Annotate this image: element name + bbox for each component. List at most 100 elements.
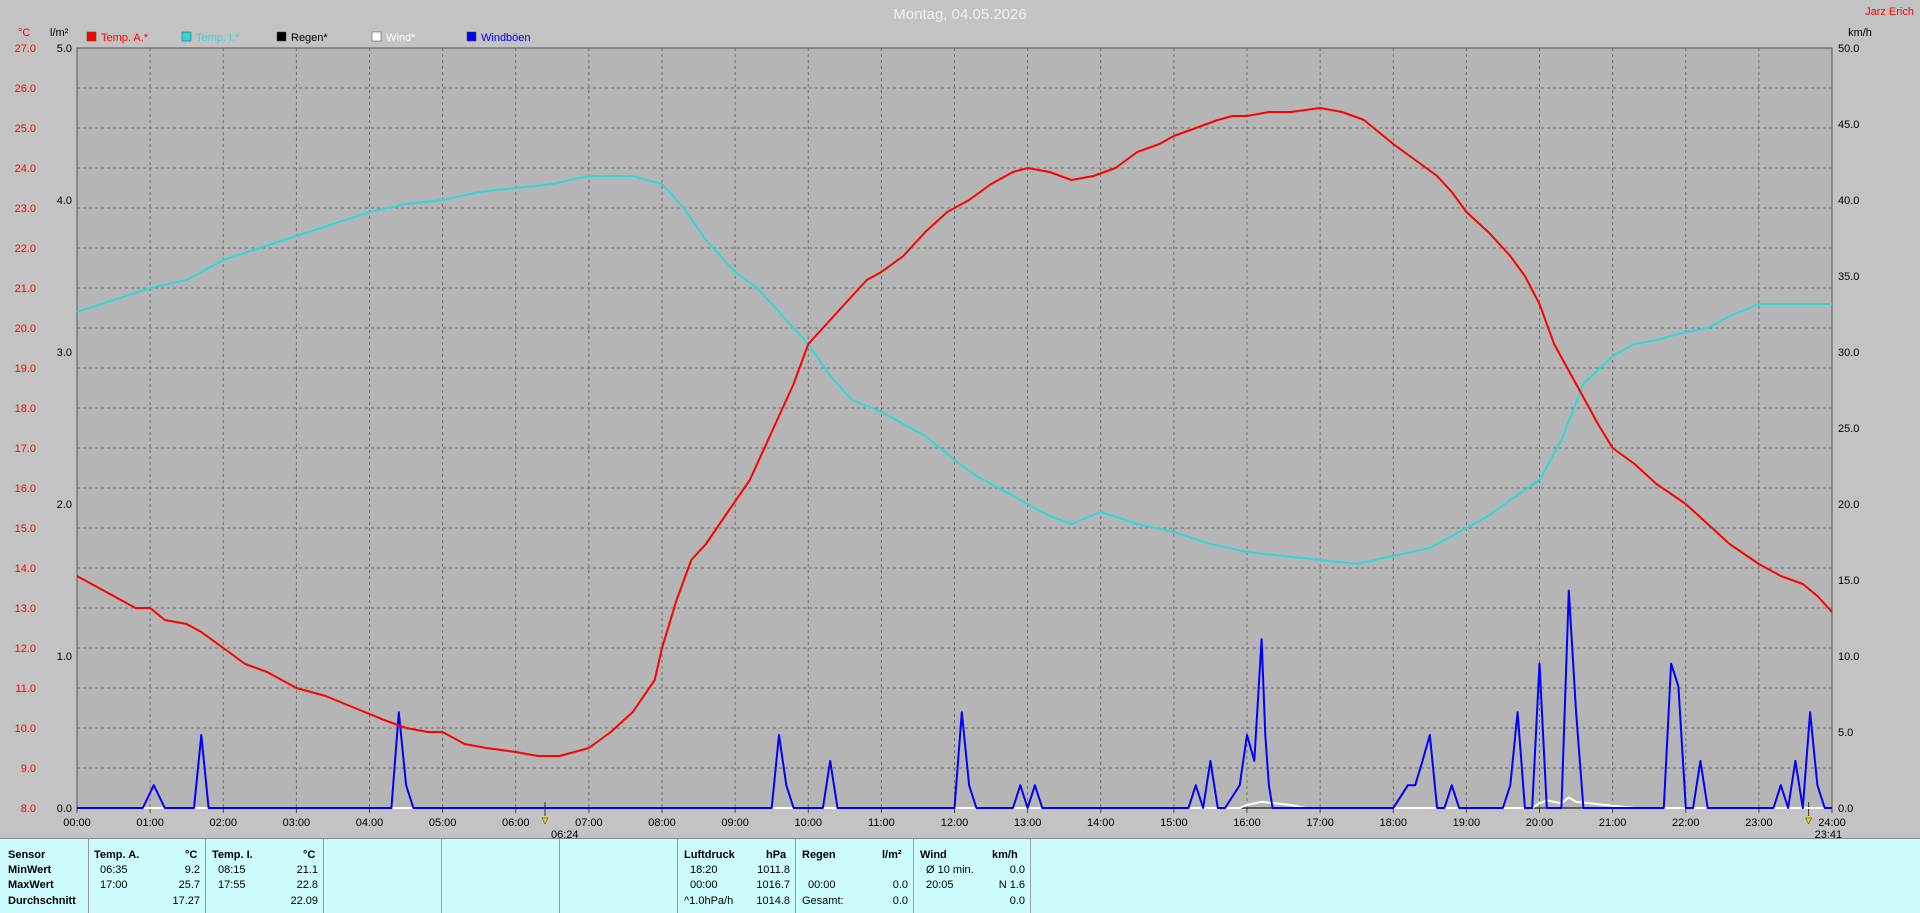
temp-tick-label: 17.0 <box>15 443 36 455</box>
marker-label: 06:24 <box>551 829 579 838</box>
wind-axis-unit: km/h <box>1848 27 1872 39</box>
x-tick-label: 14:00 <box>1087 817 1115 829</box>
rain-total-value: 0.0 <box>892 895 908 907</box>
temp-a-min-value: 9.2 <box>184 864 200 876</box>
weather-chart: Montag, 04.05.2026 Jarz Erich °C l/m² km… <box>15 6 1914 838</box>
temp-a-max-value: 25.7 <box>178 879 200 891</box>
pressure-max-time: 00:00 <box>690 879 718 891</box>
x-tick-label: 16:00 <box>1233 817 1261 829</box>
temp-tick-label: 22.0 <box>15 243 36 255</box>
corner-label: Jarz Erich <box>1865 6 1914 18</box>
temp-a-min-time: 06:35 <box>100 864 128 876</box>
temp-tick-label: 15.0 <box>15 523 36 535</box>
temp-tick-label: 25.0 <box>15 123 36 135</box>
rain-tick-label: 0.0 <box>57 803 72 815</box>
x-tick-label: 07:00 <box>575 817 603 829</box>
legend-label: Temp. I.* <box>196 32 240 44</box>
wind-tick-label: 10.0 <box>1838 651 1859 663</box>
wind-tick-label: 5.0 <box>1838 727 1853 739</box>
legend-label: Regen* <box>291 32 328 44</box>
temp-i-header: Temp. I. <box>212 849 253 861</box>
x-tick-label: 10:00 <box>794 817 822 829</box>
temp-tick-label: 16.0 <box>15 483 36 495</box>
marker-icon <box>541 817 549 825</box>
marker-icon <box>1805 817 1813 825</box>
statistics-panel: Sensor MinWert MaxWert Durchschnitt Temp… <box>0 838 1920 913</box>
temp-i-avg: 22.09 <box>290 895 318 907</box>
temp-tick-label: 27.0 <box>15 43 36 55</box>
x-tick-label: 06:00 <box>502 817 530 829</box>
wind-avg-value: 0.0 <box>1009 864 1025 876</box>
marker-label: 23:41 <box>1815 829 1843 838</box>
x-tick-label: 04:00 <box>356 817 384 829</box>
temp-tick-label: 10.0 <box>15 723 36 735</box>
wind-tick-label: 40.0 <box>1838 195 1859 207</box>
temp-i-max-time: 17:55 <box>218 879 246 891</box>
temp-tick-label: 8.0 <box>21 803 36 815</box>
x-tick-label: 00:00 <box>63 817 91 829</box>
wind-tick-label: 30.0 <box>1838 347 1859 359</box>
temp-tick-label: 21.0 <box>15 283 36 295</box>
pressure-trend-value: 1014.8 <box>756 895 790 907</box>
temp-axis-unit: °C <box>18 27 30 39</box>
temp-tick-label: 13.0 <box>15 603 36 615</box>
x-tick-label: 01:00 <box>136 817 164 829</box>
rain-unit: l/m² <box>882 849 902 861</box>
legend-label: Windböen <box>481 32 531 44</box>
pressure-unit: hPa <box>766 849 787 861</box>
x-tick-label: 19:00 <box>1453 817 1481 829</box>
temp-a-unit: °C <box>185 849 198 861</box>
rain-tick-label: 5.0 <box>57 43 72 55</box>
temp-tick-label: 14.0 <box>15 563 36 575</box>
rain-total-label: Gesamt: <box>802 895 844 907</box>
x-tick-label: 17:00 <box>1306 817 1334 829</box>
pressure-max-value: 1016.7 <box>756 879 790 891</box>
legend-label: Wind* <box>386 32 416 44</box>
wind-tick-label: 25.0 <box>1838 423 1859 435</box>
x-tick-label: 23:00 <box>1745 817 1773 829</box>
x-tick-label: 11:00 <box>868 817 895 829</box>
temp-tick-label: 24.0 <box>15 163 36 175</box>
rain-max-time: 00:00 <box>808 879 836 891</box>
legend-swatch <box>371 31 382 42</box>
temp-tick-label: 26.0 <box>15 83 36 95</box>
legend-swatch <box>466 31 477 42</box>
wind-header: Wind <box>920 849 947 861</box>
pressure-header: Luftdruck <box>684 849 735 861</box>
temp-i-min-time: 08:15 <box>218 864 246 876</box>
x-tick-label: 21:00 <box>1599 817 1627 829</box>
temp-tick-label: 20.0 <box>15 323 36 335</box>
wind-tick-label: 15.0 <box>1838 575 1859 587</box>
temp-tick-label: 23.0 <box>15 203 36 215</box>
wind-tick-label: 35.0 <box>1838 271 1859 283</box>
pressure-min-time: 18:20 <box>690 864 718 876</box>
x-tick-label: 20:00 <box>1526 817 1554 829</box>
wind-max-value: N 1.6 <box>998 879 1025 891</box>
rain-max-value: 0.0 <box>892 879 908 891</box>
x-tick-label: 24:00 <box>1818 817 1846 829</box>
legend-swatch <box>276 31 287 42</box>
x-tick-label: 13:00 <box>1014 817 1042 829</box>
rain-tick-label: 2.0 <box>57 499 72 511</box>
rain-axis-unit: l/m² <box>50 27 69 39</box>
x-tick-label: 09:00 <box>721 817 749 829</box>
sensor-label: Sensor <box>8 849 46 861</box>
rain-tick-label: 1.0 <box>57 651 72 663</box>
wind-unit: km/h <box>992 849 1018 861</box>
x-tick-label: 18:00 <box>1379 817 1407 829</box>
wind-tick-label: 0.0 <box>1838 803 1853 815</box>
rain-tick-label: 3.0 <box>57 347 72 359</box>
chart-title: Montag, 04.05.2026 <box>893 6 1026 23</box>
x-tick-label: 15:00 <box>1160 817 1188 829</box>
wind-avg-label: Ø 10 min. <box>926 864 974 876</box>
legend-label: Temp. A.* <box>101 32 149 44</box>
x-tick-label: 05:00 <box>429 817 457 829</box>
rain-tick-label: 4.0 <box>57 195 72 207</box>
temp-tick-label: 12.0 <box>15 643 36 655</box>
temp-tick-label: 19.0 <box>15 363 36 375</box>
temp-i-max-value: 22.8 <box>296 879 318 891</box>
temp-i-min-value: 21.1 <box>296 864 318 876</box>
pressure-min-value: 1011.8 <box>757 864 790 876</box>
legend-swatch <box>181 31 192 42</box>
wind-tick-label: 50.0 <box>1838 43 1859 55</box>
